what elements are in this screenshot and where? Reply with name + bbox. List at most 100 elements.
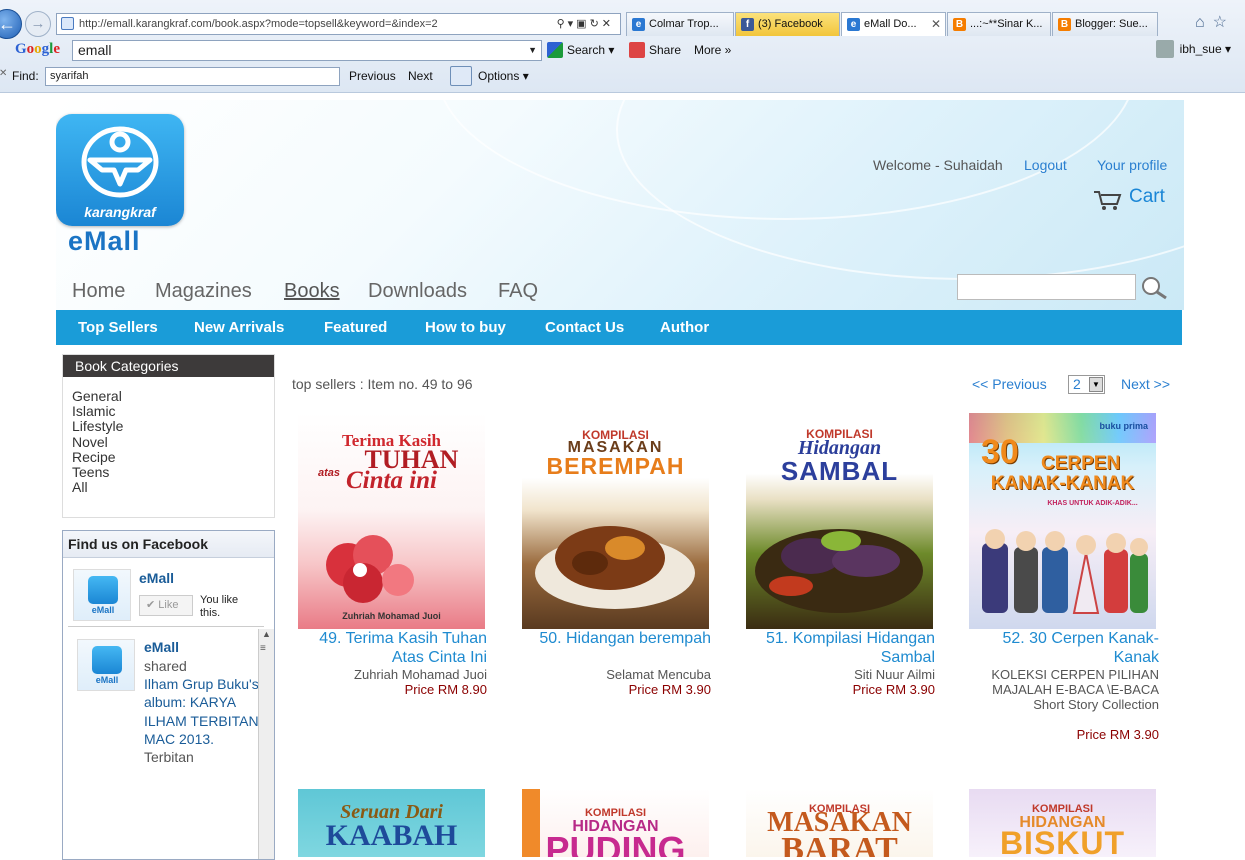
book-cover-56[interactable]: KOMPILASI HIDANGAN BISKUT bbox=[969, 789, 1156, 857]
cart-link[interactable]: Cart bbox=[1093, 186, 1165, 210]
subnav-how-to-buy[interactable]: How to buy bbox=[425, 319, 506, 336]
scroll-up-icon[interactable]: ▲ bbox=[262, 629, 271, 639]
cover-text: BARAT bbox=[781, 831, 898, 857]
category-teens[interactable]: Teens bbox=[72, 464, 123, 480]
subnav-featured[interactable]: Featured bbox=[324, 319, 387, 336]
nav-downloads[interactable]: Downloads bbox=[368, 280, 467, 303]
logo-mark-icon bbox=[88, 576, 118, 604]
cover-text: BISKUT bbox=[999, 825, 1126, 857]
facebook-page-name[interactable]: eMall bbox=[139, 570, 174, 586]
book-cover-53[interactable]: Seruan Dari KAABAH bbox=[298, 789, 485, 857]
close-find-icon[interactable]: ✕ bbox=[0, 68, 7, 79]
facebook-icon: f bbox=[741, 18, 754, 31]
logo-text: karangkraf bbox=[84, 204, 156, 220]
site-search-input[interactable] bbox=[957, 274, 1136, 300]
search-label: Search bbox=[567, 43, 606, 57]
facebook-title: Find us on Facebook bbox=[63, 531, 274, 558]
book-title-49[interactable]: 49. Terima Kasih Tuhan Atas Cinta Ini bbox=[287, 630, 487, 667]
category-recipe[interactable]: Recipe bbox=[72, 449, 123, 465]
subnav-new-arrivals[interactable]: New Arrivals bbox=[194, 319, 284, 336]
back-button[interactable]: ← bbox=[0, 9, 22, 39]
book-author-52: KOLEKSI CERPEN PILIHAN MAJALAH E-BACA \E… bbox=[991, 667, 1159, 712]
tab-label: Colmar Trop... bbox=[649, 18, 719, 30]
scroll-grip-icon[interactable]: ≡ bbox=[260, 643, 266, 654]
feed-author[interactable]: eMall bbox=[144, 639, 179, 655]
feed-scrollbar[interactable]: ▲ ≡ bbox=[258, 629, 274, 859]
emall-thumbnail[interactable]: eMall bbox=[73, 569, 131, 621]
cover-text: BEREMPAH bbox=[546, 453, 685, 479]
book-title-50[interactable]: 50. Hidangan berempah bbox=[511, 630, 711, 649]
home-favorites-icons[interactable]: ⌂☆ bbox=[1195, 12, 1235, 32]
tab-sinar[interactable]: B ...:~**Sinar K... bbox=[947, 12, 1051, 36]
logo-mark-icon bbox=[81, 126, 159, 198]
book-cover-51[interactable]: KOMPILASI Hidangan SAMBAL bbox=[746, 413, 933, 629]
subnav-top-sellers[interactable]: Top Sellers bbox=[78, 319, 158, 336]
like-button[interactable]: ✔ Like bbox=[139, 595, 193, 616]
address-bar[interactable]: http://emall.karangkraf.com/book.aspx?mo… bbox=[56, 13, 621, 35]
blogger-icon: B bbox=[953, 18, 966, 31]
book-cover-49[interactable]: Terima Kasih TUHAN atas Cinta ini Zuhria… bbox=[298, 413, 485, 629]
more-button[interactable]: More » bbox=[674, 42, 731, 58]
cover-text: PUDING bbox=[545, 829, 686, 857]
previous-page-link[interactable]: << Previous bbox=[972, 376, 1047, 392]
google-search-button[interactable]: Search ▾ bbox=[547, 42, 614, 58]
category-all[interactable]: All bbox=[72, 480, 123, 495]
tab-emall[interactable]: e eMall Do... ✕ bbox=[841, 12, 946, 36]
browser-chrome: ← → http://emall.karangkraf.com/book.asp… bbox=[0, 0, 1245, 93]
children-illustration bbox=[982, 529, 1148, 614]
share-icon bbox=[629, 42, 645, 58]
book-price-50: Price RM 3.90 bbox=[628, 682, 711, 697]
tab-colmar[interactable]: e Colmar Trop... bbox=[626, 12, 734, 36]
book-title-52[interactable]: 52. 30 Cerpen Kanak-Kanak bbox=[959, 630, 1159, 667]
category-novel[interactable]: Novel bbox=[72, 434, 123, 450]
find-input[interactable]: syarifah bbox=[45, 67, 340, 86]
nav-home[interactable]: Home bbox=[72, 280, 125, 303]
book-title-51[interactable]: 51. Kompilasi Hidangan Sambal bbox=[735, 630, 935, 667]
user-account[interactable]: ibh_sue ▾ bbox=[1155, 40, 1231, 58]
close-tab-icon[interactable]: ✕ bbox=[931, 13, 941, 35]
avatar bbox=[1155, 40, 1174, 58]
find-previous-button[interactable]: Previous bbox=[349, 69, 396, 83]
feed-thumbnail[interactable]: eMall bbox=[77, 639, 135, 691]
find-next-button[interactable]: Next bbox=[408, 69, 433, 83]
subnav-contact-us[interactable]: Contact Us bbox=[545, 319, 624, 336]
address-tools-icon[interactable]: ⚲▾▣↻✕ bbox=[557, 14, 614, 34]
find-options-button[interactable]: Options ▾ bbox=[478, 69, 529, 83]
cover-text: KANAK-KANAK bbox=[990, 473, 1135, 494]
chevron-down-icon[interactable]: ▼ bbox=[528, 41, 537, 60]
search-icon[interactable] bbox=[1140, 276, 1168, 300]
welcome-text: Welcome - Suhaidah bbox=[873, 157, 1003, 173]
category-islamic[interactable]: Islamic bbox=[72, 404, 123, 419]
nav-magazines[interactable]: Magazines bbox=[155, 280, 252, 303]
cover-text: SAMBAL bbox=[780, 456, 899, 486]
book-cover-50[interactable]: KOMPILASI MASAKAN BEREMPAH bbox=[522, 413, 709, 629]
category-general[interactable]: General bbox=[72, 388, 123, 404]
tab-blogger[interactable]: B Blogger: Sue... bbox=[1052, 12, 1158, 36]
chevron-down-icon[interactable]: ▼ bbox=[1089, 377, 1103, 392]
web-page: karangkraf eMall Welcome - Suhaidah Logo… bbox=[0, 94, 1245, 860]
google-search-input[interactable]: emall ▼ bbox=[72, 40, 542, 61]
page-select[interactable]: 2 ▼ bbox=[1068, 375, 1105, 394]
category-lifestyle[interactable]: Lifestyle bbox=[72, 419, 123, 434]
feed-album-link[interactable]: Ilham Grup Buku's album: KARYA ILHAM TER… bbox=[144, 676, 259, 747]
subnav-author[interactable]: Author bbox=[660, 319, 709, 336]
profile-link[interactable]: Your profile bbox=[1097, 157, 1167, 173]
highlight-icon[interactable] bbox=[450, 66, 472, 86]
sub-navigation: Top Sellers New Arrivals Featured How to… bbox=[56, 310, 1182, 345]
cart-label: Cart bbox=[1129, 186, 1165, 207]
cover-text: KHAS UNTUK ADIK-ADIK... bbox=[1047, 500, 1138, 507]
nav-faq[interactable]: FAQ bbox=[498, 280, 538, 303]
nav-books[interactable]: Books bbox=[284, 280, 340, 303]
next-page-link[interactable]: Next >> bbox=[1121, 376, 1170, 392]
logout-link[interactable]: Logout bbox=[1024, 157, 1067, 173]
book-cover-54[interactable]: KOMPILASI HIDANGAN PUDING bbox=[522, 789, 709, 857]
ie-icon: e bbox=[632, 18, 645, 31]
page-number: 2 bbox=[1073, 376, 1081, 392]
karangkraf-logo[interactable]: karangkraf bbox=[56, 114, 184, 226]
book-cover-52[interactable]: buku prima 30 CERPEN KANAK-KANAK KHAS UN… bbox=[969, 413, 1156, 629]
google-toolbar: Google emall ▼ Search ▾ Share More » bbox=[0, 38, 1245, 64]
book-cover-55[interactable]: KOMPILASI MASAKAN BARAT bbox=[746, 789, 933, 857]
feed-more-text: Terbitan bbox=[144, 749, 194, 766]
tab-facebook[interactable]: f (3) Facebook bbox=[735, 12, 840, 36]
forward-button[interactable]: → bbox=[25, 11, 51, 37]
